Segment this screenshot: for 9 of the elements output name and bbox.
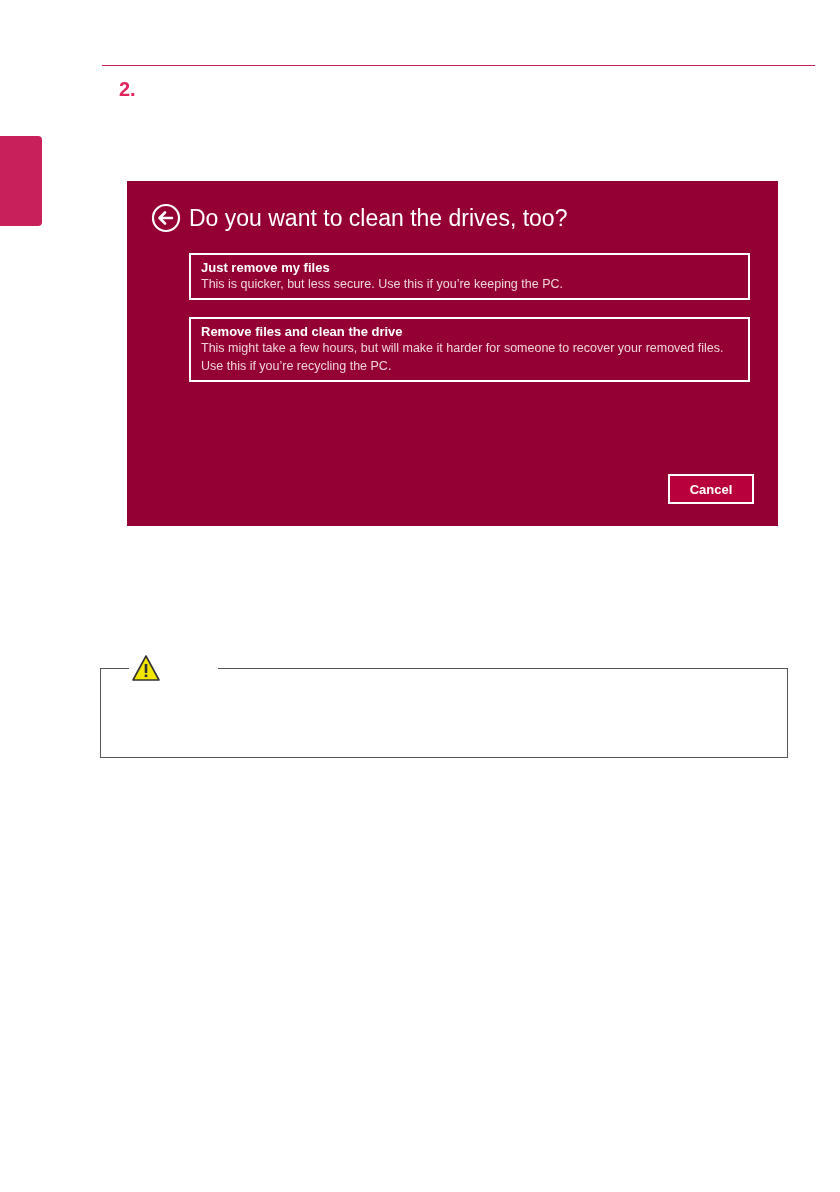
option-description: This might take a few hours, but will make it harder for someone to recover your removed files. Use this if you’re recycling the PC. bbox=[201, 340, 725, 375]
option-title: Remove files and clean the drive bbox=[201, 324, 404, 339]
dialog-title: Do you want to clean the drives, too? bbox=[189, 204, 568, 232]
option-title: Just remove my files bbox=[201, 260, 331, 275]
option-tile[interactable]: Remove files and clean the drive This might take a few hours, but will make it harder for someone to recover your removed files. Use this if you’re recycling the PC. bbox=[189, 317, 750, 382]
step-number: 2. bbox=[119, 78, 136, 101]
option-description: This is quicker, but less secure. Use this if you’re keeping the PC. bbox=[201, 276, 564, 293]
option-tile[interactable]: Just remove my files This is quicker, but less secure. Use this if you’re keeping the PC. bbox=[189, 253, 750, 300]
cancel-button[interactable]: Cancel bbox=[668, 474, 754, 504]
